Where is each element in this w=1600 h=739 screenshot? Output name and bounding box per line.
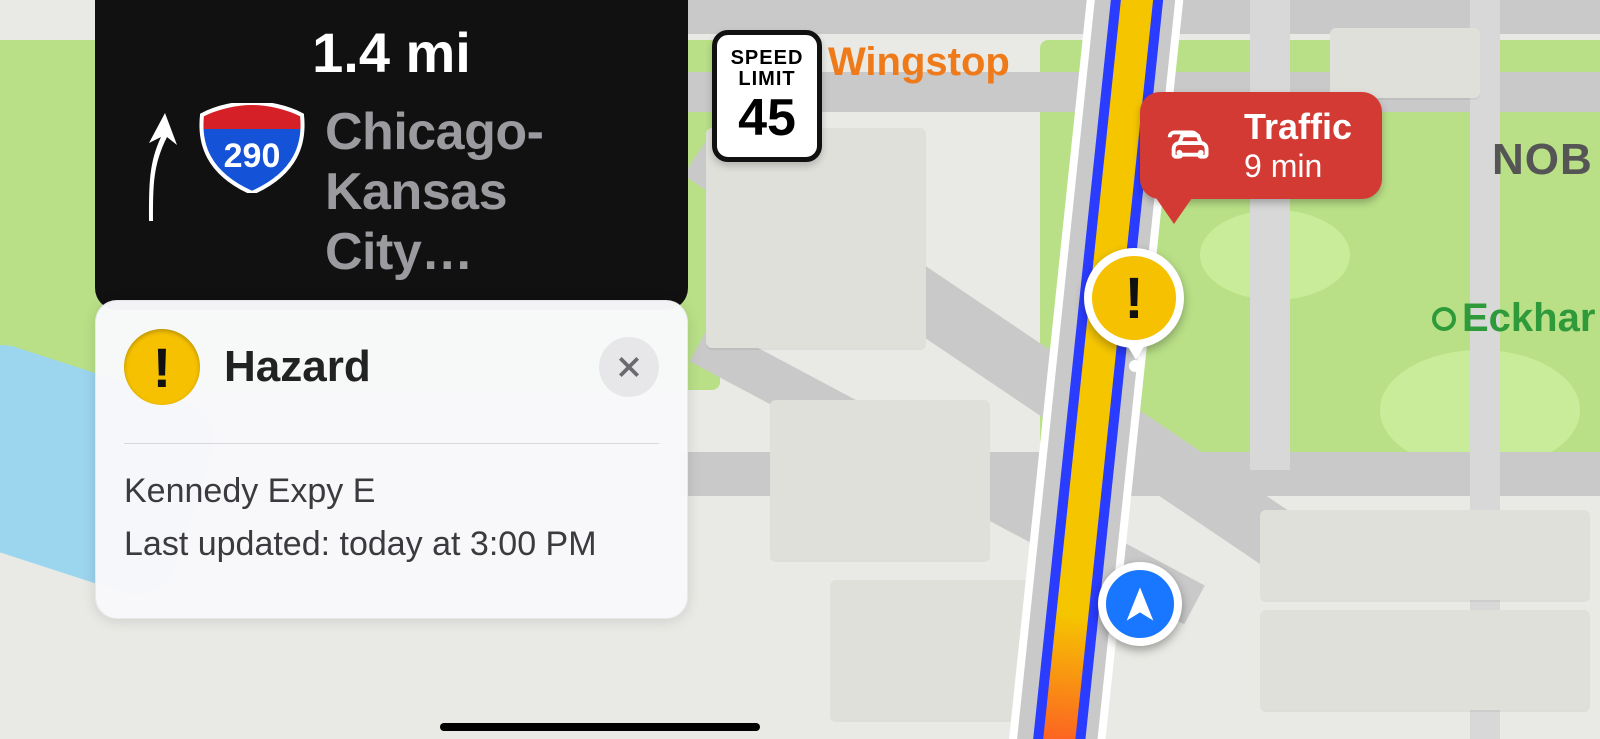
building [1330,28,1480,98]
next-step-destination: Chicago-Kansas City… [325,103,664,282]
building [1260,610,1590,710]
exclamation-icon: ! [1092,256,1176,340]
turn-arrow-icon [119,103,179,228]
divider [124,443,659,444]
map-viewport[interactable]: Wingstop NOB Eckhar SPEEDLIMIT 45 Traffi… [0,0,1600,739]
traffic-alert-delay: 9 min [1244,148,1352,185]
traffic-alert-pointer [1156,198,1192,224]
neighborhood-label: NOB [1492,135,1593,185]
speed-limit-sign: SPEEDLIMIT 45 [712,30,822,162]
traffic-alert-title: Traffic [1244,106,1352,148]
hazard-card-title: Hazard [224,342,575,392]
exclamation-icon: ! [124,329,200,405]
poi-label-wingstop[interactable]: Wingstop [828,40,1010,85]
hazard-updated: Last updated: today at 3:00 PM [124,525,659,564]
direction-arrow-icon [1120,584,1160,624]
road [1250,0,1290,470]
traffic-icon [1162,125,1224,167]
current-location-puck[interactable] [1098,562,1182,646]
close-button[interactable] [599,337,659,397]
poi-label-text: Eckhar [1462,296,1595,341]
hazard-marker-pointer [1124,340,1148,360]
speed-limit-value: 45 [738,92,796,144]
building [1260,510,1590,600]
hazard-location: Kennedy Expy E [124,472,659,511]
poi-label-park[interactable]: Eckhar [1432,296,1595,341]
home-indicator[interactable] [440,723,760,731]
building [770,400,990,560]
close-icon [616,354,642,380]
speed-limit-label: LIMIT [738,68,795,90]
speed-limit-label: SPEED [731,47,804,69]
hazard-marker[interactable]: ! [1084,248,1184,348]
navigation-banner[interactable]: 1.4 mi 290 Chicago-Kansas City… [95,0,688,310]
tree-icon [1432,307,1456,331]
route-number: 290 [224,137,281,176]
hazard-info-card[interactable]: ! Hazard Kennedy Expy E Last updated: to… [95,300,688,619]
next-step-distance: 1.4 mi [119,20,664,85]
hazard-marker-dot [1129,360,1141,372]
traffic-alert[interactable]: Traffic 9 min [1140,92,1382,199]
interstate-shield-icon: 290 [197,103,307,193]
building [830,580,1030,720]
